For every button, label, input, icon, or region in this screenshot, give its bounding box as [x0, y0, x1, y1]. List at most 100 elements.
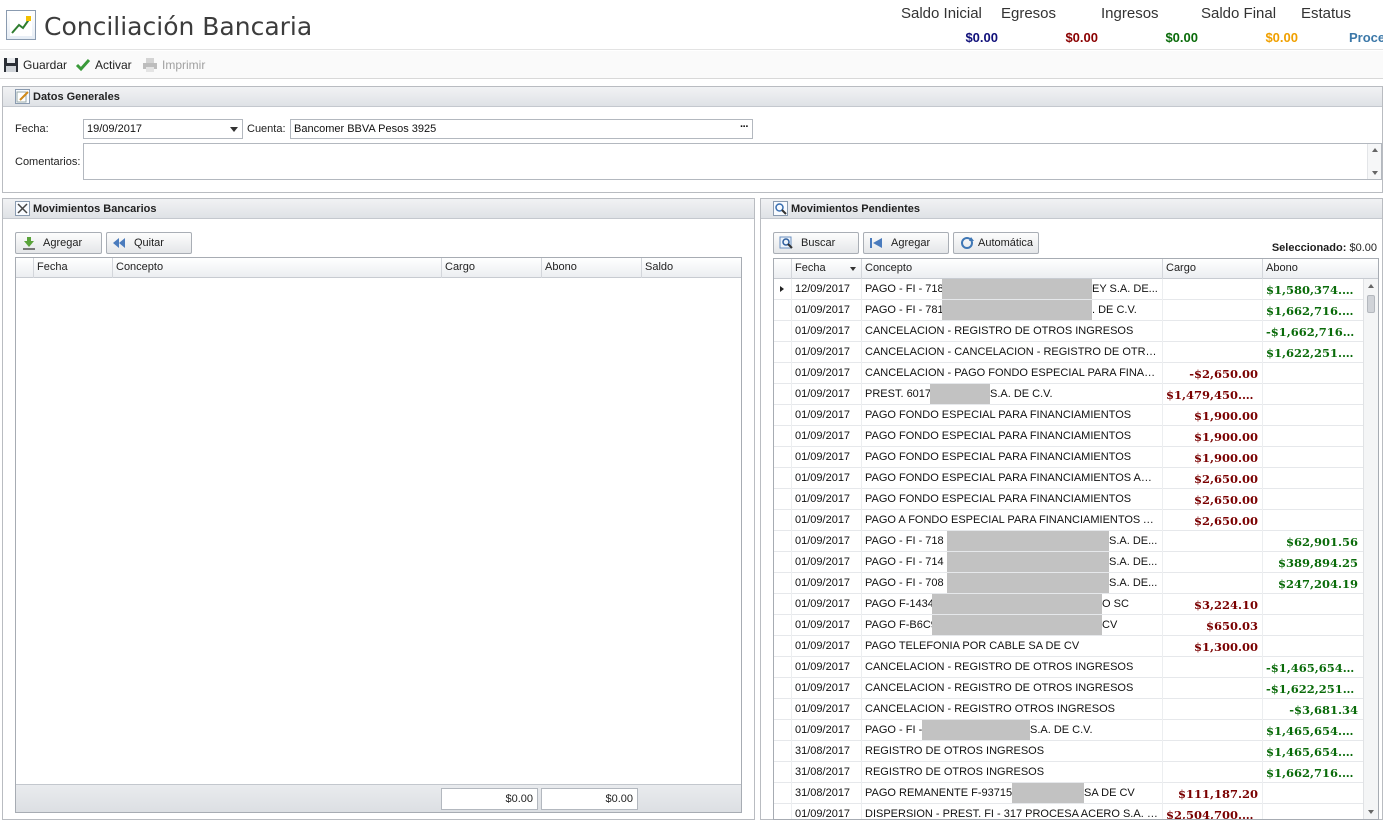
cell-concepto-tail: S.A. DE... [1109, 535, 1158, 547]
row-indicator[interactable] [774, 405, 791, 426]
fecha-dropdown[interactable]: 19/09/2017 [83, 119, 243, 139]
table-row[interactable]: 01/09/2017 CANCELACION - REGISTRO DE OTRO… [774, 321, 1378, 342]
table-row[interactable]: 01/09/2017 PAGO TELEFONIA POR CABLE SA DE… [774, 636, 1378, 657]
table-row[interactable]: 01/09/2017 PAGO - FI - S.A. DE C.V. $1,465,… [774, 720, 1378, 741]
row-indicator[interactable] [774, 510, 791, 531]
row-indicator[interactable] [774, 300, 791, 321]
row-indicator[interactable] [774, 426, 791, 447]
row-indicator[interactable] [774, 804, 791, 819]
cell-fecha: 01/09/2017 [791, 531, 861, 552]
cell-fecha: 31/08/2017 [791, 741, 861, 762]
row-indicator[interactable] [774, 594, 791, 615]
table-row[interactable]: 12/09/2017 PAGO - FI - 718 I EY S.A. DE...… [774, 279, 1378, 300]
table-row[interactable]: 01/09/2017 PAGO FONDO ESPECIAL PARA FINAN… [774, 405, 1378, 426]
cell-concepto-text: CANCELACION - REGISTRO OTROS INGRESOS [865, 703, 1115, 715]
scroll-thumb[interactable] [1367, 295, 1375, 313]
table-row[interactable]: 01/09/2017 PAGO FONDO ESPECIAL PARA FINAN… [774, 489, 1378, 510]
table-row[interactable]: 01/09/2017 PAGO - FI - 714 F S.A. DE... $38… [774, 552, 1378, 573]
row-indicator[interactable] [774, 762, 791, 783]
table-row[interactable]: 01/09/2017 PAGO F-1434 TO SC $3,224.10 [774, 594, 1378, 615]
buscar-button[interactable]: Buscar [773, 232, 859, 254]
row-indicator[interactable] [774, 384, 791, 405]
table-row[interactable]: 01/09/2017 PAGO - FI - 781 C. DE C.V. $1,6… [774, 300, 1378, 321]
row-indicator[interactable] [774, 552, 791, 573]
cell-concepto-text: CANCELACION - CANCELACION - REGISTRO DE … [865, 346, 1162, 358]
ellipsis-icon[interactable]: ··· [740, 121, 749, 133]
table-row[interactable]: 01/09/2017 CANCELACION - REGISTRO DE OTRO… [774, 657, 1378, 678]
table-row[interactable]: 01/09/2017 PAGO FONDO ESPECIAL PARA FINAN… [774, 447, 1378, 468]
comentarios-textarea[interactable] [83, 143, 1382, 180]
printer-icon [142, 57, 158, 73]
row-indicator[interactable] [774, 531, 791, 552]
table-row[interactable]: 01/09/2017 DISPERSION - PREST. FI - 317 P… [774, 804, 1378, 819]
column-header-cargo[interactable]: Cargo [1162, 259, 1262, 279]
cell-concepto: PAGO FONDO ESPECIAL PARA FINANCIAMIENTOS [861, 447, 1162, 468]
cell-abono: -$1,465,654.90 [1262, 657, 1362, 678]
table-row[interactable]: 01/09/2017 PAGO FONDO ESPECIAL PARA FINAN… [774, 426, 1378, 447]
column-header-concepto[interactable]: Concepto [112, 258, 441, 278]
column-header-abono[interactable]: Abono [541, 258, 641, 278]
row-indicator[interactable] [774, 342, 791, 363]
comentarios-scrollbar[interactable] [1367, 144, 1381, 179]
column-header-concepto[interactable]: Concepto [861, 259, 1162, 279]
table-row[interactable]: 01/09/2017 PAGO - FI - 718 F S.A. DE... $62… [774, 531, 1378, 552]
grid-footer: $0.00 $0.00 [16, 784, 741, 812]
table-row[interactable]: 01/09/2017 PAGO FONDO ESPECIAL PARA FINAN… [774, 468, 1378, 489]
imprimir-button[interactable]: Imprimir [142, 55, 205, 75]
automatica-button[interactable]: Automática [953, 232, 1039, 254]
row-indicator[interactable] [774, 783, 791, 804]
table-row[interactable]: 01/09/2017 CANCELACION - REGISTRO DE OTRO… [774, 678, 1378, 699]
table-row[interactable]: 01/09/2017 CANCELACION - PAGO FONDO ESPEC… [774, 363, 1378, 384]
cuenta-value: Bancomer BBVA Pesos 3925 [294, 123, 437, 135]
table-row[interactable]: 01/09/2017 PAGO F-B6C9 C CV $650.03 [774, 615, 1378, 636]
cell-fecha: 01/09/2017 [791, 510, 861, 531]
cell-concepto: CANCELACION - REGISTRO DE OTROS INGRESOS [861, 678, 1162, 699]
row-indicator[interactable] [774, 741, 791, 762]
row-indicator[interactable] [774, 489, 791, 510]
column-header-fecha[interactable]: Fecha [791, 259, 861, 279]
scroll-up-icon[interactable] [1372, 148, 1378, 152]
cell-abono: -$3,681.34 [1262, 699, 1362, 720]
table-row[interactable]: 01/09/2017 CANCELACION - CANCELACION - RE… [774, 342, 1378, 363]
cell-fecha: 01/09/2017 [791, 363, 861, 384]
agregar-bancario-button[interactable]: Agregar [15, 232, 102, 254]
table-row[interactable]: 01/09/2017 PAGO A FONDO ESPECIAL PARA FIN… [774, 510, 1378, 531]
vertical-scrollbar[interactable] [1363, 279, 1378, 819]
scroll-down-icon[interactable] [1372, 171, 1378, 175]
table-row[interactable]: 01/09/2017 CANCELACION - REGISTRO OTROS I… [774, 699, 1378, 720]
column-header-saldo[interactable]: Saldo [641, 258, 741, 278]
row-indicator[interactable] [774, 720, 791, 741]
column-header-fecha[interactable]: Fecha [33, 258, 112, 278]
table-row[interactable]: 01/09/2017 PREST. 6017 S.A. DE C.V. $1,479,… [774, 384, 1378, 405]
row-indicator[interactable] [774, 447, 791, 468]
table-row[interactable]: 31/08/2017 REGISTRO DE OTROS INGRESOS $1,6… [774, 762, 1378, 783]
table-row[interactable]: 01/09/2017 PAGO - FI - 708 F S.A. DE... $24… [774, 573, 1378, 594]
cell-fecha: 01/09/2017 [791, 636, 861, 657]
row-indicator[interactable] [774, 321, 791, 342]
column-header-abono[interactable]: Abono [1262, 259, 1363, 279]
row-indicator[interactable] [774, 699, 791, 720]
table-row[interactable]: 31/08/2017 REGISTRO DE OTROS INGRESOS $1,4… [774, 741, 1378, 762]
activar-button[interactable]: Activar [75, 55, 132, 75]
agregar-pendiente-button[interactable]: Agregar [863, 232, 949, 254]
column-header-cargo[interactable]: Cargo [441, 258, 541, 278]
row-indicator[interactable] [774, 615, 791, 636]
table-row[interactable]: 31/08/2017 PAGO REMANENTE F-937157 I SA DE… [774, 783, 1378, 804]
row-indicator[interactable] [774, 678, 791, 699]
cell-abono [1262, 405, 1362, 426]
scroll-down-icon[interactable] [1368, 810, 1374, 814]
row-indicator[interactable] [774, 468, 791, 489]
cell-abono: $1,580,374.11 [1262, 279, 1362, 300]
scroll-up-icon[interactable] [1368, 284, 1374, 288]
guardar-button[interactable]: Guardar [3, 55, 67, 75]
row-indicator[interactable] [774, 657, 791, 678]
current-row-indicator[interactable] [774, 279, 791, 300]
row-indicator[interactable] [774, 363, 791, 384]
row-indicator[interactable] [774, 636, 791, 657]
quitar-bancario-button[interactable]: Quitar [106, 232, 192, 254]
row-indicator[interactable] [774, 573, 791, 594]
cell-abono: -$1,622,251.76 [1262, 678, 1362, 699]
cell-concepto: PAGO F-B6C9 C CV [861, 615, 1162, 636]
redaction-mask [932, 615, 1102, 635]
cuenta-field[interactable]: Bancomer BBVA Pesos 3925 ··· [290, 119, 753, 139]
